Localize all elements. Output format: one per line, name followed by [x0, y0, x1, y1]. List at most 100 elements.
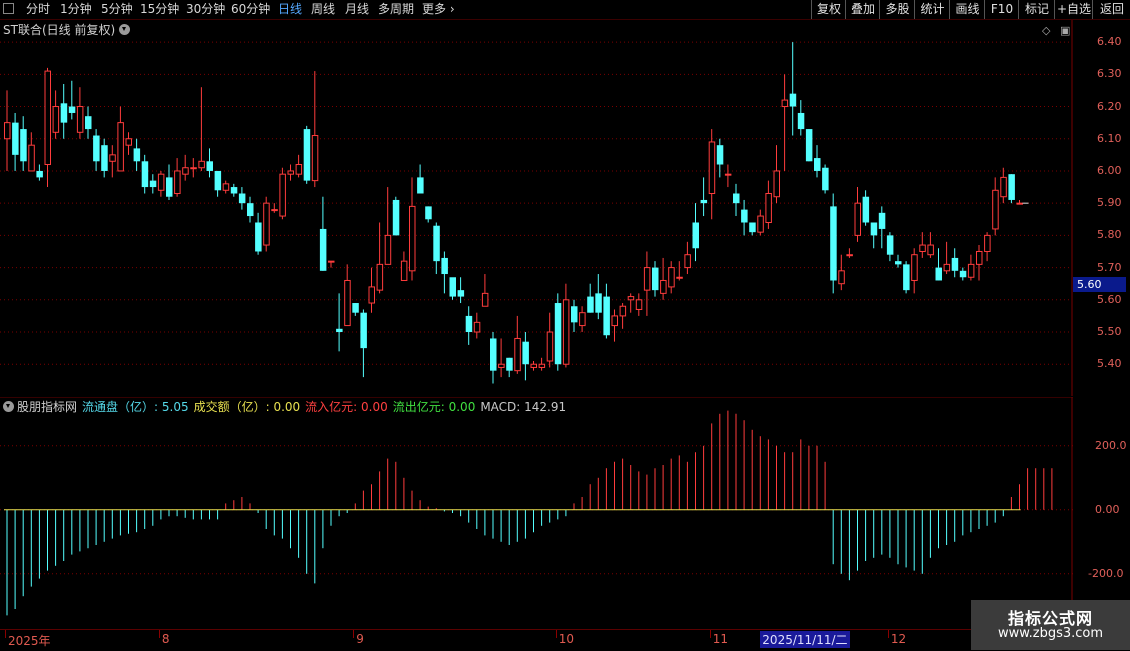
- candle-body: [984, 234, 991, 252]
- toolbar-action-button[interactable]: 叠加: [845, 0, 880, 19]
- macd-chart[interactable]: [0, 397, 1073, 629]
- time-tick: [555, 630, 557, 638]
- period-tab[interactable]: 5分钟: [101, 2, 133, 17]
- candle-body: [765, 193, 772, 223]
- price-tick-label: 5.90: [1097, 196, 1122, 210]
- period-tab[interactable]: 月线: [345, 2, 369, 17]
- candle-body: [1000, 176, 1007, 198]
- candle-body: [360, 312, 367, 349]
- candle-body: [1008, 174, 1015, 200]
- toolbar-action-button[interactable]: 统计: [914, 0, 950, 19]
- price-tick-label: 6.20: [1097, 99, 1122, 113]
- period-tab[interactable]: 更多 ›: [422, 2, 455, 17]
- candle-body: [611, 315, 618, 327]
- candle-body: [708, 141, 716, 195]
- candle-body: [635, 299, 643, 310]
- candle-body: [336, 328, 343, 333]
- toolbar-action-button[interactable]: 复权: [811, 0, 846, 19]
- candle-body: [44, 70, 51, 166]
- period-tab[interactable]: 30分钟: [186, 2, 225, 17]
- toolbar-action-button[interactable]: 标记: [1018, 0, 1055, 19]
- layout-square-icon[interactable]: [3, 3, 14, 14]
- candle-body: [473, 321, 481, 333]
- candle-body: [838, 270, 845, 285]
- candle-body: [12, 122, 19, 155]
- period-toolbar: 分时 1分钟 5分钟 15分钟 30分钟 60分钟 日线 周线 月线 多周期 更多 › 复权 叠加 多股统…: [0, 0, 1130, 20]
- candlestick-chart[interactable]: [0, 20, 1073, 396]
- candle-body: [692, 222, 699, 249]
- candle-body: [773, 170, 780, 198]
- candle-body: [927, 244, 934, 256]
- candle-body: [344, 279, 351, 327]
- candle-body: [157, 173, 165, 191]
- candle-body: [749, 222, 756, 233]
- candle-body: [951, 257, 959, 271]
- candle-body: [392, 199, 400, 236]
- price-tick-label: 6.40: [1097, 35, 1122, 49]
- period-tab[interactable]: 15分钟: [140, 2, 179, 17]
- time-label: 12: [890, 632, 907, 646]
- time-label: 11: [712, 632, 728, 646]
- period-tab[interactable]: 1分钟: [60, 2, 92, 17]
- candle-body: [619, 305, 627, 317]
- price-tick-label: 6.00: [1097, 163, 1122, 177]
- candle-body: [93, 135, 100, 162]
- price-tick-label: 5.70: [1097, 260, 1122, 274]
- candle-body: [700, 199, 708, 204]
- candle-body: [668, 267, 675, 288]
- candle-body: [133, 148, 141, 162]
- candle-body: [287, 170, 294, 175]
- toolbar-action-button[interactable]: F10: [984, 0, 1019, 19]
- candle-body: [206, 161, 213, 171]
- candle-body: [830, 206, 837, 281]
- candle-body: [490, 338, 497, 371]
- candle-body: [295, 164, 303, 175]
- candle-body: [465, 315, 473, 333]
- candle-body: [814, 158, 821, 171]
- period-tab[interactable]: 多周期: [378, 2, 414, 17]
- candle-body: [554, 303, 562, 365]
- candle-body: [433, 225, 440, 262]
- candle-body: [943, 263, 951, 272]
- time-axis: 2025/11/11/二 2025年 8 9 10 11 12: [0, 629, 1130, 651]
- candle-body: [198, 160, 205, 169]
- candle-body: [862, 196, 870, 223]
- candle-body: [85, 116, 92, 130]
- period-tab[interactable]: 60分钟: [231, 2, 270, 17]
- period-tab[interactable]: 分时: [26, 2, 50, 17]
- candle-body: [319, 228, 327, 271]
- candle-body: [959, 270, 967, 278]
- candle-body: [303, 129, 311, 181]
- candle-body: [733, 193, 740, 204]
- candle-body: [384, 234, 392, 265]
- period-tab[interactable]: 周线: [311, 2, 335, 17]
- candle-body: [789, 93, 797, 107]
- candle-body: [255, 222, 262, 252]
- candle-body: [579, 312, 586, 327]
- toolbar-action-button[interactable]: 多股: [879, 0, 915, 19]
- candle-body: [854, 202, 861, 236]
- toolbar-action-button[interactable]: 画线: [949, 0, 985, 19]
- candle-body: [238, 193, 246, 204]
- candle-body: [571, 306, 578, 323]
- period-tab[interactable]: 日线: [278, 2, 302, 17]
- cursor-date-label: 2025/11/11/二: [760, 631, 850, 648]
- candle-body: [449, 277, 456, 297]
- candle-body: [271, 209, 278, 212]
- candle-body: [263, 202, 270, 246]
- candle-body: [230, 187, 238, 194]
- candle-body: [1016, 202, 1023, 205]
- candle-body: [538, 363, 546, 368]
- toolbar-action-button[interactable]: +自选: [1054, 0, 1093, 19]
- toolbar-action-button[interactable]: 返回: [1092, 0, 1130, 19]
- candle-body: [36, 170, 43, 178]
- time-tick: [353, 630, 355, 638]
- candle-body: [595, 293, 602, 313]
- candle-body: [76, 106, 84, 133]
- candle-body: [141, 161, 149, 188]
- candle-body: [935, 267, 942, 281]
- candle-body: [919, 244, 926, 252]
- candle-body: [506, 357, 513, 371]
- time-label: 2025年: [8, 634, 51, 648]
- time-tick: [887, 630, 889, 638]
